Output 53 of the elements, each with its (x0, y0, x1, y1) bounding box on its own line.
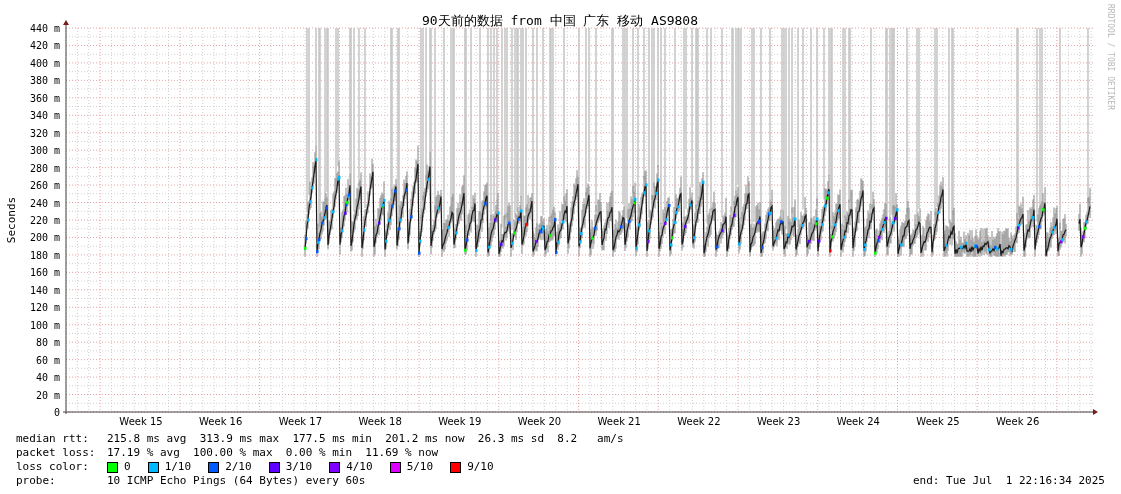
x-tick-label: Week 25 (916, 416, 960, 427)
probe-text: 10 ICMP Echo Pings (64 Bytes) every 60s (107, 474, 366, 488)
y-tick-label: 100 m (29, 319, 60, 331)
y-tick-label: 400 m (29, 57, 60, 69)
x-tick-label: Week 24 (836, 416, 880, 427)
x-tick-label: Week 26 (996, 416, 1040, 427)
y-tick-label: 340 m (29, 110, 60, 122)
chart-title: 90天前的数据 from 中国 广东 移动 AS9808 (421, 13, 699, 28)
y-tick-label: 20 m (35, 389, 60, 401)
swatch-label: 3/10 (285, 460, 313, 474)
y-tick-label: 380 m (29, 75, 60, 87)
loss-color-label: loss color: (16, 460, 90, 474)
y-tick-label: 180 m (29, 249, 60, 261)
stat-label: packet loss: (16, 446, 97, 460)
x-tick-label: Week 15 (119, 416, 163, 427)
y-tick-label: 200 m (29, 232, 60, 244)
y-tick-label: 220 m (29, 215, 60, 226)
x-tick-label: Week 17 (278, 416, 323, 427)
y-tick-label: 120 m (29, 302, 60, 314)
y-tick-label: 420 m (29, 40, 60, 52)
swatch-label: 4/10 (346, 460, 373, 474)
swatch-label: 0 (124, 460, 131, 474)
y-tick-label: 260 m (29, 180, 60, 192)
y-tick-label: 240 m (29, 197, 60, 209)
x-tick-label: Week 23 (756, 416, 801, 427)
x-tick-label: Week 21 (597, 416, 641, 427)
swatch-label: 2/10 (225, 460, 252, 474)
end-time: end: Tue Jul 1 22:16:34 2025 (912, 474, 1105, 488)
x-tick-label: Week 19 (438, 416, 482, 427)
stat-label: median rtt: (16, 432, 90, 446)
stat-values: 17.19 % avg 100.00 % max 0.00 % min 11.69 % now (107, 446, 439, 460)
y-tick-label: 300 m (29, 145, 60, 157)
y-tick-label: 440 m (29, 23, 60, 34)
x-tick-label: Week 22 (677, 416, 721, 427)
probe-label: probe: (16, 474, 57, 488)
swatch-label: 1/10 (164, 460, 192, 474)
y-tick-label: 320 m (29, 127, 60, 139)
credit-text: RRDTOOL / TOBI OETIKER (1106, 4, 1115, 110)
swatch-label: 9/10 (467, 460, 494, 474)
swatch-label: 5/10 (406, 460, 434, 474)
y-tick-label: 360 m (29, 92, 60, 104)
y-axis-label: Seconds (5, 196, 18, 244)
x-tick-label: Week 20 (517, 416, 562, 427)
y-tick-label: 40 m (35, 372, 60, 384)
x-tick-label: Week 18 (358, 416, 402, 427)
y-tick-label: 80 m (35, 337, 60, 349)
y-tick-label: 140 m (29, 284, 60, 296)
y-tick-label: 280 m (29, 162, 60, 174)
x-tick-label: Week 16 (199, 416, 243, 427)
y-tick-label: 60 m (35, 354, 60, 366)
stat-values: 215.8 ms avg 313.9 ms max 177.5 ms min 201.2 ms now 26.3 ms sd 8.2 am/s (107, 432, 624, 446)
y-tick-label: 160 m (29, 267, 60, 279)
y-tick-label: 0 (53, 407, 60, 418)
